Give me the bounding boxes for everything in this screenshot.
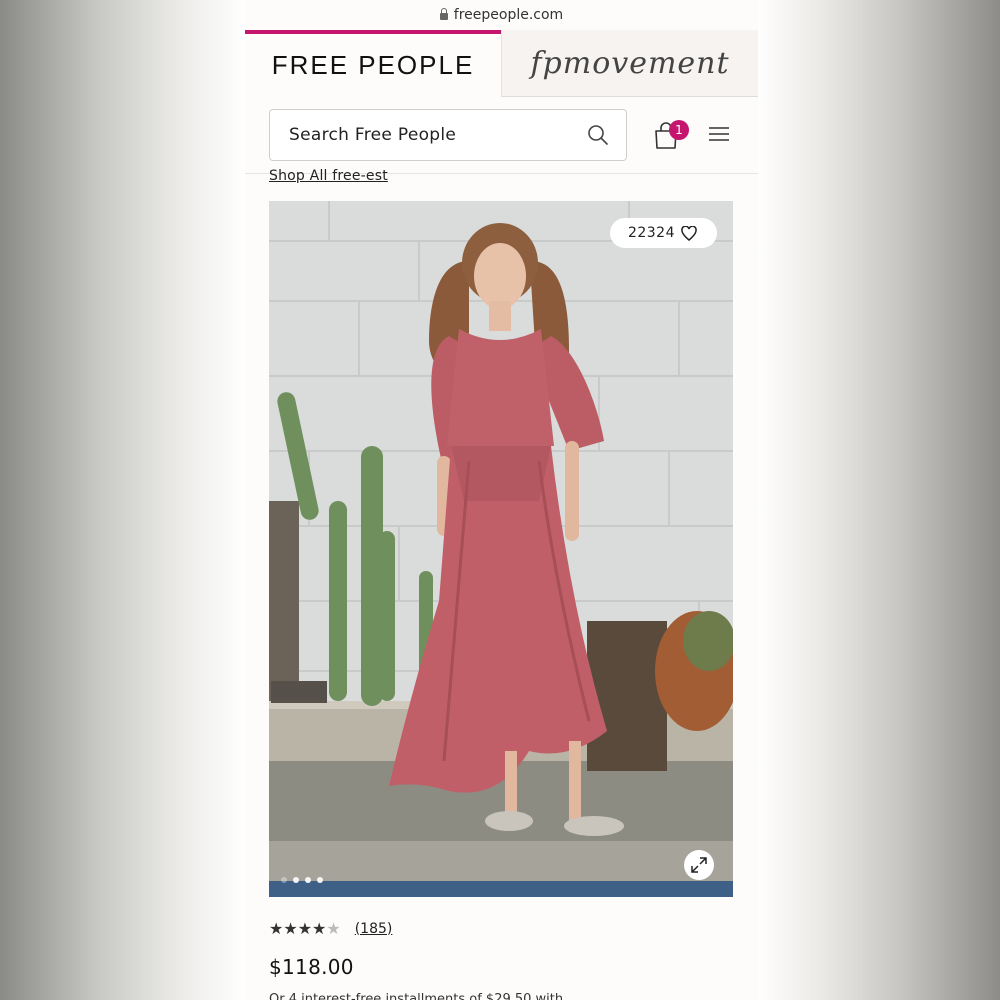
hamburger-menu-icon[interactable] <box>708 126 730 142</box>
rating-stars: ★★★★ ★ <box>269 919 341 938</box>
shop-all-link[interactable]: Shop All free-est <box>269 168 388 184</box>
site-header: Search Free People 1 <box>245 97 758 174</box>
review-count-link[interactable]: (185) <box>355 921 393 937</box>
gallery-dot[interactable] <box>305 877 311 883</box>
product-price: $118.00 <box>269 955 354 979</box>
mobile-browser-viewport: freepeople.com FREE PEOPLE fpmovement Se… <box>245 0 758 1000</box>
gallery-dot[interactable] <box>293 877 299 883</box>
heart-icon <box>681 225 697 241</box>
search-input[interactable]: Search Free People <box>269 109 627 161</box>
search-icon[interactable] <box>587 124 609 146</box>
search-placeholder: Search Free People <box>289 125 457 145</box>
url-text: freepeople.com <box>453 7 564 23</box>
product-rating: ★★★★ ★ (185) <box>269 919 392 938</box>
product-image[interactable]: 22324 <box>269 201 733 897</box>
fullscreen-button[interactable] <box>684 850 714 880</box>
expand-icon <box>691 857 707 873</box>
gallery-pagination <box>281 877 323 883</box>
cart-count-badge: 1 <box>669 120 689 140</box>
installments-text: Or 4 interest-free installments of $29.5… <box>269 992 564 1000</box>
lock-icon <box>439 7 448 20</box>
shopping-bag-button[interactable]: 1 <box>653 117 693 151</box>
brand-tabs: FREE PEOPLE fpmovement <box>245 30 758 97</box>
browser-url-bar[interactable]: freepeople.com <box>245 0 758 30</box>
product-photo-model-in-dress <box>269 201 733 897</box>
tab-free-people[interactable]: FREE PEOPLE <box>245 30 501 97</box>
wishlist-count: 22324 <box>627 225 675 241</box>
gallery-dot[interactable] <box>317 877 323 883</box>
full-stars: ★★★★ <box>269 919 327 938</box>
tab-fp-movement[interactable]: fpmovement <box>501 30 758 97</box>
gallery-dot[interactable] <box>281 877 287 883</box>
half-star-icon: ★ <box>326 919 341 938</box>
wishlist-button[interactable]: 22324 <box>609 218 717 248</box>
